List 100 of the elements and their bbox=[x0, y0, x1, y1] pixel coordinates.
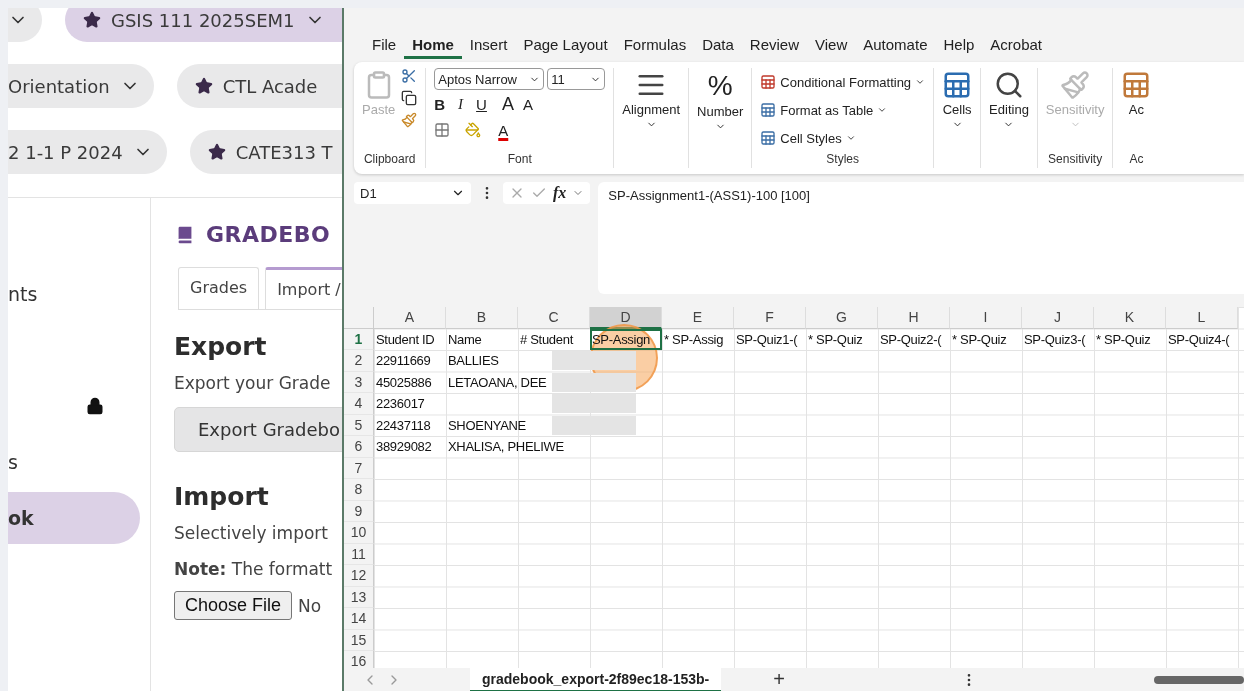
row-header[interactable]: 4 bbox=[344, 393, 374, 415]
menu-tab[interactable]: Help bbox=[935, 31, 983, 59]
menu-tab[interactable]: File bbox=[364, 31, 405, 59]
export-button[interactable]: Export Gradebo bbox=[174, 407, 342, 452]
menu-tab[interactable]: Formulas bbox=[615, 31, 695, 59]
menu-tab[interactable]: Review bbox=[741, 31, 807, 59]
choose-file-button[interactable]: Choose File bbox=[174, 591, 293, 620]
row-header[interactable]: 14 bbox=[344, 608, 374, 630]
column-header[interactable]: K bbox=[1094, 307, 1166, 329]
course-pill[interactable]: 2 1-1 P 2024 bbox=[8, 130, 167, 174]
group-label: Clipboard bbox=[362, 152, 417, 168]
row-header[interactable]: 13 bbox=[344, 586, 374, 608]
course-pill[interactable]: CTL Acade bbox=[176, 64, 342, 108]
name-box[interactable]: D1 bbox=[354, 182, 471, 204]
table-cell: # Student bbox=[520, 331, 573, 347]
alignment-button[interactable]: Alignment bbox=[622, 68, 681, 130]
cut-icon[interactable] bbox=[401, 68, 418, 84]
menu-tab[interactable]: Acrobat bbox=[982, 31, 1051, 59]
menu-tab[interactable]: Data bbox=[694, 31, 742, 59]
shrink-font-button[interactable]: A bbox=[522, 95, 533, 113]
style-menu-button[interactable]: Cell Styles bbox=[760, 124, 856, 152]
add-sheet-button[interactable]: + bbox=[773, 668, 785, 691]
sheet-tab[interactable]: gradebook_export-2f89ec18-153b- bbox=[470, 667, 722, 691]
table-cell: * SP-Quiz bbox=[808, 331, 863, 347]
brush-icon bbox=[1060, 70, 1091, 100]
copy-icon[interactable] bbox=[401, 90, 418, 106]
column-header[interactable]: G bbox=[806, 307, 878, 329]
row-header[interactable]: 10 bbox=[344, 522, 374, 544]
column-header[interactable]: F bbox=[734, 307, 806, 329]
column-header[interactable]: H bbox=[878, 307, 950, 329]
column-header[interactable]: I bbox=[950, 307, 1022, 329]
row-header[interactable]: 7 bbox=[344, 457, 374, 479]
column-header[interactable]: B bbox=[446, 307, 518, 329]
course-pill[interactable]: CATE313 T bbox=[189, 130, 342, 174]
sidebar-item[interactable]: s bbox=[8, 436, 140, 488]
sidebar-item[interactable]: ok bbox=[8, 492, 140, 544]
font-name-select[interactable]: Aptos Narrow bbox=[434, 68, 545, 90]
bold-button[interactable]: B bbox=[434, 95, 446, 113]
row-header[interactable]: 2 bbox=[344, 350, 374, 372]
table-cell: LETAOANA, DEE bbox=[448, 374, 547, 390]
caret-icon bbox=[845, 133, 856, 143]
tab[interactable]: Import / bbox=[265, 267, 342, 309]
editing-button[interactable]: Editing bbox=[989, 68, 1029, 130]
table-cell: 22911669 bbox=[376, 353, 431, 369]
italic-button[interactable]: I bbox=[458, 95, 464, 113]
row-header[interactable]: 3 bbox=[344, 371, 374, 393]
column-header[interactable]: A bbox=[374, 307, 446, 329]
style-menu-button[interactable]: Conditional Formatting bbox=[760, 68, 926, 96]
scrollbar-thumb[interactable] bbox=[1154, 675, 1244, 684]
row-header[interactable]: 8 bbox=[344, 479, 374, 501]
course-pill[interactable] bbox=[8, 8, 42, 42]
style-menu-button[interactable]: Format as Table bbox=[760, 96, 888, 124]
cells-button[interactable]: Cells bbox=[942, 68, 973, 130]
menu-tab[interactable]: Automate bbox=[855, 31, 936, 59]
menu-tab[interactable]: Insert bbox=[461, 31, 516, 59]
page-title: GRADEBO bbox=[206, 222, 331, 247]
sidebar-item[interactable]: nts bbox=[8, 268, 140, 320]
row-header[interactable]: 11 bbox=[344, 543, 374, 565]
row-header[interactable]: 9 bbox=[344, 500, 374, 522]
row-header[interactable]: 5 bbox=[344, 414, 374, 436]
course-name: CATE313 T bbox=[235, 141, 333, 163]
menu-tab[interactable]: View bbox=[807, 31, 856, 59]
addins-button[interactable]: Ac bbox=[1121, 68, 1152, 117]
menu-tab[interactable]: Page Layout bbox=[515, 31, 616, 59]
column-header[interactable]: C bbox=[518, 307, 590, 329]
column-header[interactable]: E bbox=[662, 307, 734, 329]
file-status: No bbox=[298, 595, 322, 616]
tab[interactable]: Grades bbox=[178, 267, 260, 309]
borders-icon[interactable] bbox=[434, 122, 451, 138]
caret-icon bbox=[915, 77, 926, 87]
number-button[interactable]: % Number bbox=[697, 68, 744, 132]
menu-tab[interactable]: Home bbox=[404, 31, 462, 59]
grow-font-button[interactable]: A bbox=[501, 93, 514, 115]
format-painter-icon[interactable] bbox=[401, 112, 418, 128]
row-header[interactable]: 15 bbox=[344, 629, 374, 651]
font-size-select[interactable]: 11 bbox=[547, 68, 606, 90]
course-name: 2 1-1 P 2024 bbox=[8, 141, 123, 163]
formula-field[interactable]: SP-Assignment1-(ASS1)-100 [100] bbox=[598, 182, 1244, 294]
course-pill[interactable]: Orientation bbox=[8, 64, 154, 108]
table-cell: SP-Quiz4-( bbox=[1168, 331, 1230, 347]
column-header[interactable]: J bbox=[1022, 307, 1094, 329]
table-cell: * SP-Quiz bbox=[1096, 331, 1151, 347]
column-header[interactable]: D bbox=[590, 307, 662, 329]
column-header[interactable]: L bbox=[1166, 307, 1238, 329]
underline-button[interactable]: U bbox=[476, 95, 487, 113]
selected-cell[interactable]: SP-Assign bbox=[590, 328, 662, 350]
table-cell: SP-Quiz2-( bbox=[880, 331, 942, 347]
course-name: CTL Acade bbox=[222, 75, 318, 97]
table-cell: SP-Quiz1-( bbox=[736, 331, 798, 347]
row-header[interactable]: 16 bbox=[344, 651, 374, 668]
table-cell: 45025886 bbox=[376, 374, 432, 390]
font-color-button[interactable]: A bbox=[498, 121, 509, 139]
fill-color-icon[interactable] bbox=[465, 122, 482, 138]
table-cell: 2236017 bbox=[376, 396, 425, 412]
row-header[interactable]: 1 bbox=[344, 328, 374, 350]
course-pill[interactable]: GSIS 111 2025SEM1 bbox=[65, 8, 342, 42]
row-header[interactable]: 12 bbox=[344, 565, 374, 587]
group-label: Font bbox=[506, 152, 533, 168]
row-header[interactable]: 6 bbox=[344, 436, 374, 458]
insert-function-button[interactable]: fx bbox=[553, 184, 567, 202]
